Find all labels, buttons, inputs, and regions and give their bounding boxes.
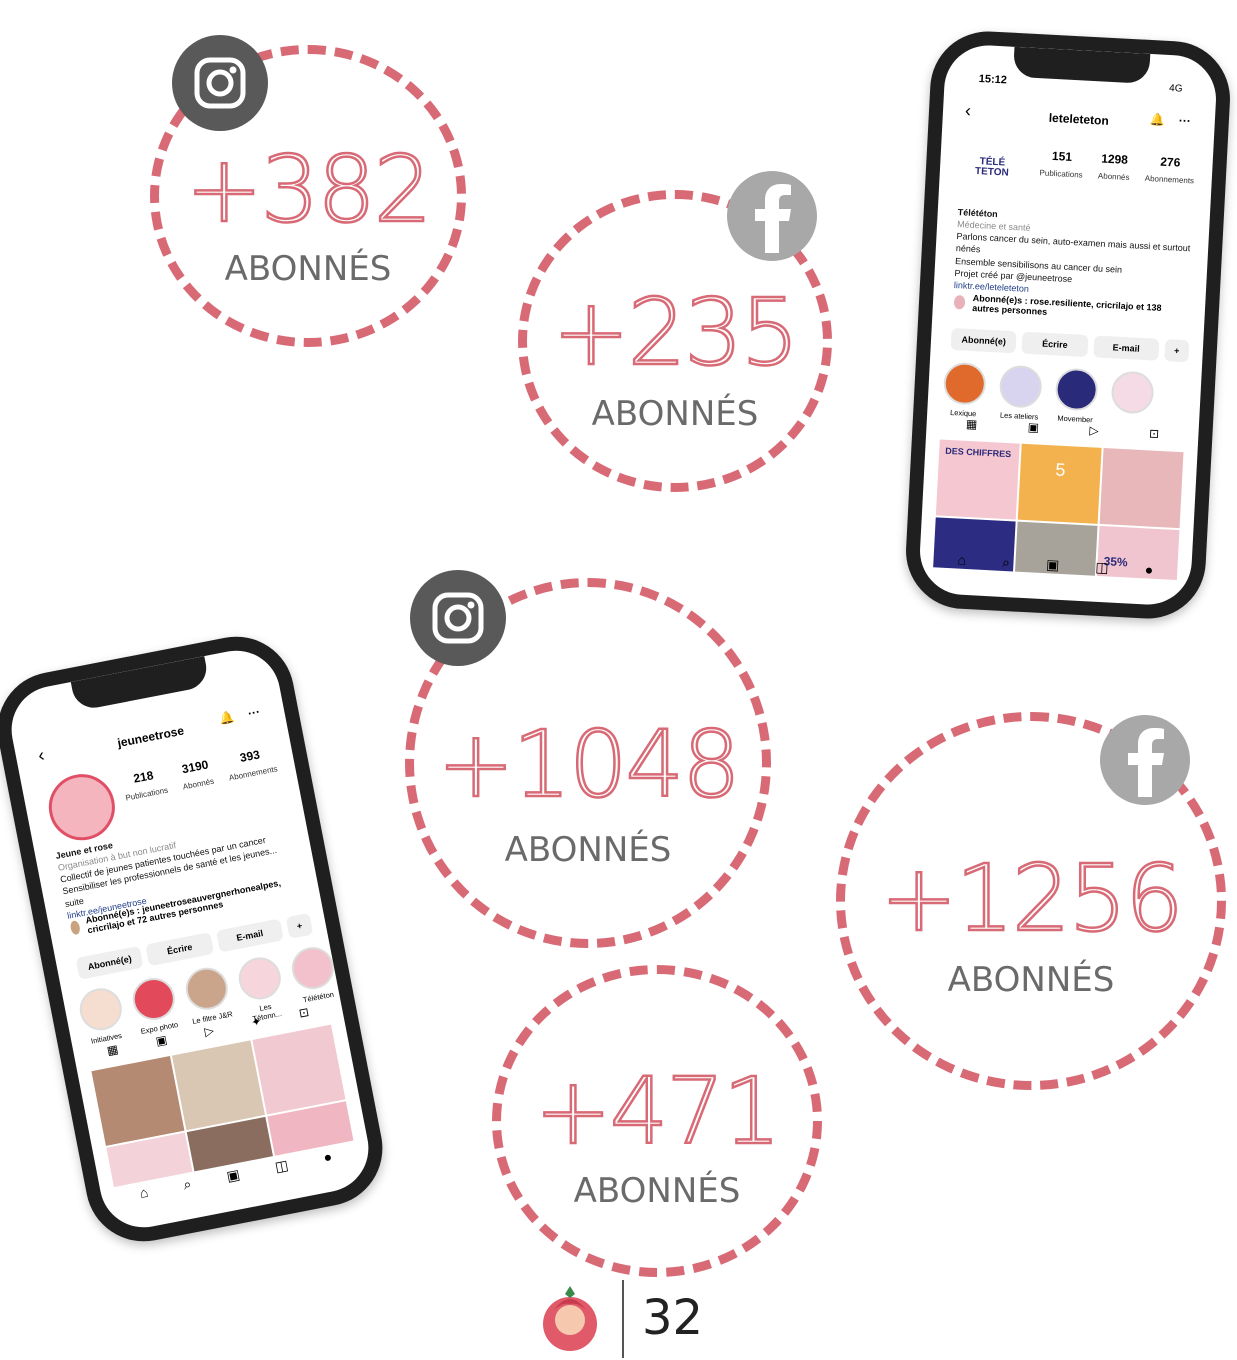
count-following[interactable]: 393 Abonnements	[224, 745, 279, 786]
stat-value: +471	[533, 1058, 782, 1165]
profile-logo-text: TÉLÉ TETON	[974, 156, 1010, 179]
highlight[interactable]: Lexique	[941, 361, 988, 419]
profile-actions: Abonné(e) Écrire E-mail +	[950, 327, 1190, 363]
grid-icon[interactable]: ▦	[966, 417, 978, 432]
phone-jeuneetrose: ‹ jeuneetrose 🔔 ··· 218 Publications 3190…	[0, 626, 393, 1252]
post-thumbnail[interactable]	[252, 1024, 346, 1115]
profile-counts: 151 Publications 1298 Abonnés 276 Abonnemen…	[1032, 148, 1203, 189]
profile-counts: 218 Publications 3190 Abonnés 393 Abonnemen…	[113, 743, 286, 807]
home-icon[interactable]: ⌂	[138, 1184, 150, 1202]
count-publications[interactable]: 218 Publications	[121, 766, 169, 806]
more-icon[interactable]: ···	[1178, 114, 1191, 129]
search-icon[interactable]: ⌕	[1002, 554, 1011, 571]
page-number: 32	[642, 1290, 704, 1346]
phone-notch	[1012, 46, 1151, 84]
bell-icon[interactable]: 🔔	[1150, 112, 1166, 127]
stat-label: ABONNÉS	[504, 830, 672, 870]
bell-icon[interactable]: 🔔	[218, 710, 235, 727]
more-icon[interactable]: ···	[247, 705, 261, 721]
add-person-icon[interactable]: +	[285, 912, 314, 939]
profile-icon[interactable]: ●	[322, 1148, 334, 1166]
stat-value: +1048	[436, 711, 742, 818]
message-button[interactable]: Écrire	[145, 932, 214, 967]
following-button[interactable]: Abonné(e)	[75, 945, 144, 980]
shop-icon[interactable]: ◫	[274, 1157, 290, 1176]
profile-avatar[interactable]	[43, 768, 121, 846]
email-button[interactable]: E-mail	[215, 918, 284, 953]
message-button[interactable]: Écrire	[1021, 331, 1089, 358]
post-thumbnail[interactable]: 5	[1017, 443, 1102, 524]
reels-icon[interactable]: ▣	[225, 1166, 241, 1185]
stat-value: +1256	[879, 845, 1185, 952]
phone-notch	[70, 656, 211, 712]
stat-label: ABONNÉS	[224, 249, 392, 289]
tagged-icon[interactable]: ⊡	[1149, 426, 1160, 441]
stat-label: ABONNÉS	[573, 1171, 741, 1211]
play-icon[interactable]: ▷	[1089, 423, 1099, 437]
brand-logo-icon	[540, 1280, 600, 1352]
instagram-profile-screen: ‹ jeuneetrose 🔔 ··· 218 Publications 3190…	[4, 643, 376, 1235]
stat-value: +382	[184, 136, 433, 243]
sparkle-icon[interactable]: ✦	[250, 1014, 263, 1030]
instagram-icon	[172, 35, 268, 131]
profile-username: leteleteton	[1048, 110, 1110, 128]
status-time: 15:12	[978, 73, 1008, 87]
add-person-icon[interactable]: +	[1164, 339, 1190, 363]
count-publications[interactable]: 151 Publications	[1039, 148, 1084, 182]
search-icon[interactable]: ⌕	[182, 1175, 193, 1193]
post-thumbnail[interactable]: DES CHIFFRES	[935, 439, 1020, 520]
phone-teleteton: 15:12 4G ‹ leteleteton 🔔 ··· TÉLÉ TETON …	[903, 28, 1233, 622]
highlight[interactable]: Movember	[1053, 367, 1100, 424]
status-signal: 4G	[1168, 82, 1183, 95]
stat-total: +471 ABONNÉS	[492, 965, 822, 1277]
stat-label: ABONNÉS	[591, 394, 759, 434]
profile-icon[interactable]: ●	[1144, 561, 1153, 578]
post-thumbnail[interactable]	[171, 1040, 265, 1131]
following-button[interactable]: Abonné(e)	[950, 327, 1017, 354]
highlight[interactable]	[1109, 370, 1156, 427]
grid-icon[interactable]: ▦	[106, 1042, 120, 1058]
reels-icon[interactable]: ▣	[154, 1032, 168, 1048]
footer-divider	[622, 1280, 624, 1358]
facebook-icon	[727, 171, 817, 261]
profile-avatar[interactable]: TÉLÉ TETON	[961, 136, 1024, 199]
reels-icon[interactable]: ▣	[1027, 420, 1039, 435]
stat-value: +235	[551, 279, 800, 386]
tagged-icon[interactable]: ⊡	[298, 1005, 311, 1021]
highlight[interactable]: Les ateliers	[997, 364, 1044, 422]
facebook-icon	[1100, 715, 1190, 805]
count-following[interactable]: 276 Abonnements	[1144, 154, 1195, 189]
instagram-profile-screen: 15:12 4G ‹ leteleteton 🔔 ··· TÉLÉ TETON …	[917, 43, 1219, 607]
post-thumbnail[interactable]	[91, 1055, 185, 1146]
email-button[interactable]: E-mail	[1092, 335, 1160, 361]
count-followers[interactable]: 3190 Abonnés	[178, 757, 215, 794]
reels-icon[interactable]: ▣	[1046, 556, 1060, 574]
play-icon[interactable]: ▷	[203, 1023, 215, 1039]
shop-icon[interactable]: ◫	[1095, 559, 1109, 577]
count-followers[interactable]: 1298 Abonnés	[1098, 151, 1131, 185]
instagram-icon	[410, 570, 506, 666]
stat-label: ABONNÉS	[947, 960, 1115, 1000]
post-thumbnail[interactable]	[1099, 448, 1184, 529]
home-icon[interactable]: ⌂	[957, 552, 966, 569]
profile-bio: Télététon Médecine et santé Parlons canc…	[954, 206, 1196, 303]
